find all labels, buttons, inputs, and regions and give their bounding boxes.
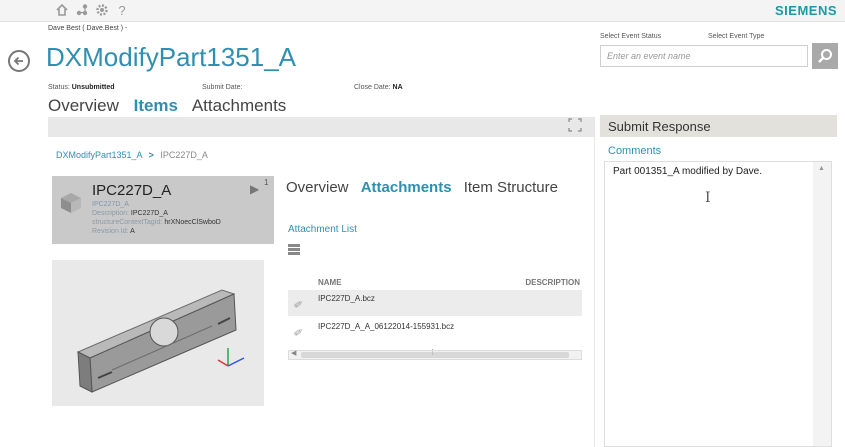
page-title: DXModifyPart1351_A xyxy=(46,42,297,72)
horizontal-scrollbar[interactable]: ◀ ⋮ xyxy=(288,349,582,360)
main-tabs: Overview Items Attachments xyxy=(48,96,296,116)
close-date-value: NA xyxy=(392,84,403,91)
submit-date-field: Submit Date: xyxy=(202,84,242,91)
item-name: IPC227D_A xyxy=(92,182,172,199)
item-description-value: IPC227D_A xyxy=(130,210,168,217)
fullscreen-icon[interactable] xyxy=(566,118,584,136)
comment-text: Part 001351_A modified by Dave. xyxy=(613,166,762,177)
breadcrumb-current: IPC227D_A xyxy=(160,150,208,160)
child-count: 1 xyxy=(264,178,269,187)
tab-overview[interactable]: Overview xyxy=(48,96,119,115)
paperclip-icon: ✏ xyxy=(291,297,307,313)
panel-divider xyxy=(594,117,595,447)
help-icon[interactable]: ? xyxy=(114,3,130,19)
part-3d-preview[interactable] xyxy=(52,260,264,406)
home-icon[interactable] xyxy=(54,3,70,19)
scroll-left-arrow-icon[interactable]: ◀ xyxy=(291,349,296,357)
item-revision-value: A xyxy=(130,228,135,235)
submit-date-label: Submit Date: xyxy=(202,84,243,91)
event-status-select[interactable]: Select Event Status xyxy=(600,33,661,40)
breadcrumb-separator: > xyxy=(148,150,154,160)
item-context-label: structureContextTagId: xyxy=(92,219,163,226)
item-revision-label: Revision Id: xyxy=(92,228,129,235)
search-button[interactable] xyxy=(812,43,838,69)
top-bar: ? SIEMENS xyxy=(0,0,845,22)
subtab-attachments[interactable]: Attachments xyxy=(361,179,452,196)
attachment-list-title: Attachment List xyxy=(288,224,357,235)
paperclip-icon: ✏ xyxy=(291,325,307,341)
subtab-overview[interactable]: Overview xyxy=(286,179,349,196)
item-description-label: Description: xyxy=(92,210,129,217)
item-card[interactable]: IPC227D_A IPC227D_A Description: IPC227D… xyxy=(52,176,274,244)
item-context-value: hrXNoecClSwboD xyxy=(164,219,221,226)
expand-arrow-icon[interactable]: ▶ xyxy=(250,182,259,196)
status-value: Unsubmitted xyxy=(71,84,115,91)
item-revision: Revision Id: A xyxy=(92,228,135,235)
attachment-name: IPC227D_A.bcz xyxy=(318,294,375,303)
column-description[interactable]: DESCRIPTION xyxy=(525,278,580,287)
table-row[interactable]: ✏ IPC227D_A_A_06122014-155931.bcz xyxy=(288,318,582,344)
item-context: structureContextTagId: hrXNoecClSwboD xyxy=(92,219,221,226)
submit-response-header: Submit Response xyxy=(600,115,837,137)
scroll-up-arrow-icon[interactable]: ▲ xyxy=(818,165,825,172)
item-sub-tabs: Overview Attachments Item Structure xyxy=(286,179,566,196)
brand-logo: SIEMENS xyxy=(774,3,837,18)
tab-attachments[interactable]: Attachments xyxy=(192,96,287,115)
status-label: Status: xyxy=(48,84,70,91)
item-description: Description: IPC227D_A xyxy=(92,210,168,217)
search-icon xyxy=(818,49,832,63)
user-label: Dave Best ( Dave.Best ) - xyxy=(48,25,128,32)
breadcrumb-root[interactable]: DXModifyPart1351_A xyxy=(56,150,142,160)
list-view-icon[interactable] xyxy=(288,244,300,256)
text-cursor-icon: I xyxy=(705,190,711,206)
item-cube-icon xyxy=(61,193,81,213)
item-id: IPC227D_A xyxy=(92,201,129,208)
part-model-image xyxy=(76,289,245,393)
close-date-field: Close Date: NA xyxy=(354,84,403,91)
event-name-input[interactable]: Enter an event name xyxy=(600,45,808,67)
comments-textarea[interactable]: Part 001351_A modified by Dave. I ▲ xyxy=(604,161,832,447)
comments-label: Comments xyxy=(608,145,662,157)
status-field: Status: Unsubmitted xyxy=(48,84,115,91)
hierarchy-icon[interactable] xyxy=(74,3,90,19)
column-name[interactable]: NAME xyxy=(318,278,342,287)
scroll-grip-icon: ⋮ xyxy=(429,349,436,356)
attachment-table-header: NAME DESCRIPTION xyxy=(288,274,582,290)
attachment-name: IPC227D_A_A_06122014-155931.bcz xyxy=(318,322,455,331)
event-type-select[interactable]: Select Event Type xyxy=(708,33,764,40)
table-row[interactable]: ✏ IPC227D_A.bcz xyxy=(288,290,582,316)
tab-items[interactable]: Items xyxy=(134,96,178,115)
subtab-item-structure[interactable]: Item Structure xyxy=(464,179,558,196)
vertical-scrollbar[interactable]: ▲ xyxy=(813,162,831,446)
close-date-label: Close Date: xyxy=(354,84,391,91)
gear-icon[interactable] xyxy=(94,3,110,19)
breadcrumb: DXModifyPart1351_A > IPC227D_A xyxy=(56,150,208,160)
back-button[interactable] xyxy=(8,50,30,72)
items-toolbar xyxy=(48,117,594,137)
